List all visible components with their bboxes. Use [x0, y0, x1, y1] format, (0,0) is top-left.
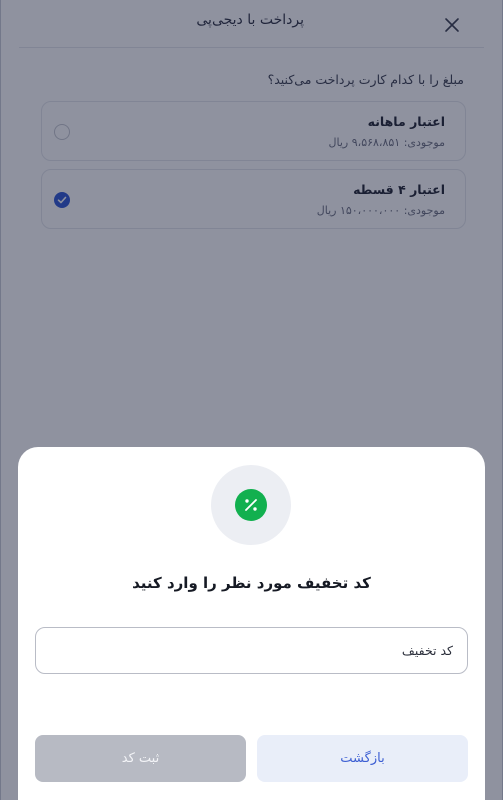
percent-icon — [235, 489, 267, 521]
discount-bottom-sheet: کد تخفیف مورد نظر را وارد کنید بازگشت ثب… — [18, 447, 485, 800]
discount-code-input[interactable] — [35, 627, 468, 674]
discount-icon-container — [211, 465, 291, 545]
sheet-title: کد تخفیف مورد نظر را وارد کنید — [132, 574, 371, 592]
back-button[interactable]: بازگشت — [257, 735, 468, 782]
submit-code-button[interactable]: ثبت کد — [35, 735, 246, 782]
